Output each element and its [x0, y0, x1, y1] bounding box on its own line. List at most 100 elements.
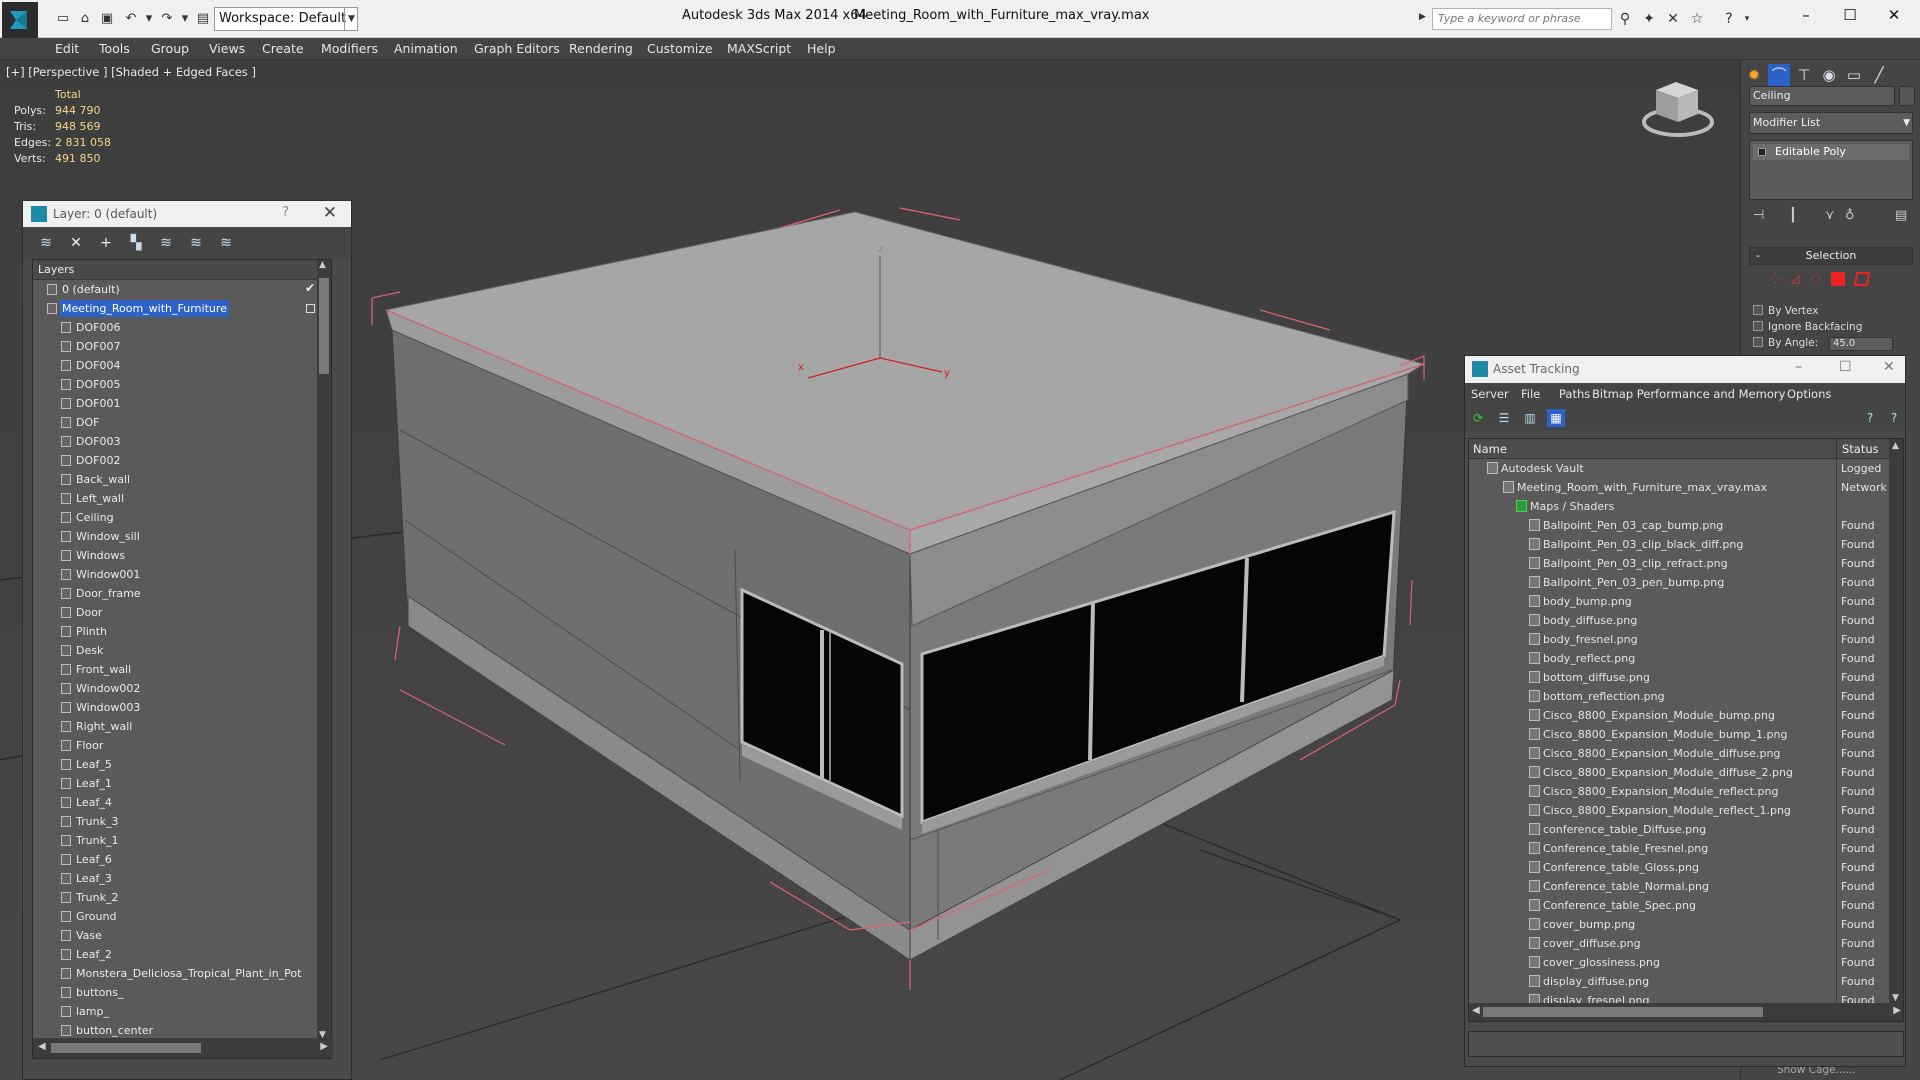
undo-icon[interactable]: ↶ [122, 10, 140, 28]
scroll-up-icon[interactable]: ▲ [319, 260, 326, 270]
asset-row[interactable]: Conference_table_Fresnel.png Found [1469, 839, 1891, 858]
layer-item[interactable]: Vase [33, 926, 323, 945]
checkbox-icon[interactable] [1753, 337, 1763, 347]
asset-row[interactable]: Ballpoint_Pen_03_clip_black_diff.png Foun… [1469, 535, 1891, 554]
layer-item[interactable]: Leaf_6 [33, 850, 323, 869]
layer-window-titlebar[interactable]: Layer: 0 (default) ? ✕ [23, 201, 351, 227]
menu-customize[interactable]: Customize [647, 41, 713, 56]
layer-item[interactable]: Back_wall [33, 470, 323, 489]
asset-menu-server[interactable]: Server [1471, 387, 1509, 401]
ignore-backfacing-checkbox[interactable]: Ignore Backfacing [1753, 321, 1862, 333]
asset-row[interactable]: body_reflect.png Found [1469, 649, 1891, 668]
asset-row[interactable]: bottom_reflection.png Found [1469, 687, 1891, 706]
help-dropdown-icon[interactable]: ▾ [1738, 11, 1756, 27]
asset-menu-file[interactable]: File [1521, 387, 1540, 401]
hide-all-layers-icon[interactable]: ≋ [187, 234, 205, 252]
layer-vertical-scrollbar[interactable]: ▲ ▼ [317, 260, 331, 1040]
asset-vertical-scrollbar[interactable]: ▲ ▼ [1889, 439, 1903, 1005]
element-mode-icon[interactable] [1853, 272, 1871, 286]
asset-row[interactable]: body_fresnel.png Found [1469, 630, 1891, 649]
help-icon[interactable]: ? [1720, 11, 1738, 27]
layer-item[interactable]: Trunk_1 [33, 831, 323, 850]
asset-horizontal-scrollbar[interactable]: ◀ ▶ [1469, 1003, 1903, 1021]
maximize-button[interactable]: ☐ [1828, 4, 1872, 26]
layer-item[interactable]: Monstera_Deliciosa_Tropical_Plant_in_Pot [33, 964, 323, 983]
asset-row[interactable]: Meeting_Room_with_Furniture_max_vray.max… [1469, 478, 1891, 497]
menu-maxscript[interactable]: MAXScript [727, 41, 791, 56]
minimize-button[interactable]: – [1784, 4, 1828, 26]
asset-row[interactable]: conference_table_Diffuse.png Found [1469, 820, 1891, 839]
layer-item[interactable]: Door_frame [33, 584, 323, 603]
layer-item[interactable]: Meeting_Room_with_Furniture [33, 299, 323, 318]
layer-item[interactable]: DOF005 [33, 375, 323, 394]
asset-menu-options[interactable]: Options [1787, 387, 1831, 401]
menu-animation[interactable]: Animation [394, 41, 458, 56]
layer-item[interactable]: Door [33, 603, 323, 622]
stack-item-editable-poly[interactable]: Editable Poly [1753, 144, 1909, 160]
asset-row[interactable]: body_bump.png Found [1469, 592, 1891, 611]
pin-stack-icon[interactable]: ⊣ [1753, 208, 1764, 223]
asset-row[interactable]: Ballpoint_Pen_03_cap_bump.png Found [1469, 516, 1891, 535]
object-name-field[interactable]: Ceiling [1749, 86, 1895, 106]
modifier-list-dropdown[interactable]: Modifier List ▼ [1749, 112, 1913, 134]
scroll-left-icon[interactable]: ◀ [1472, 1005, 1480, 1016]
layer-item[interactable]: Left_wall [33, 489, 323, 508]
scroll-thumb[interactable] [1483, 1007, 1763, 1017]
menu-rendering[interactable]: Rendering [569, 41, 633, 56]
project-folder-icon[interactable]: ▤ [194, 10, 212, 28]
search-expand-icon[interactable]: ▶ [1419, 12, 1426, 22]
hierarchy-tab-icon[interactable]: ⊤ [1793, 64, 1815, 86]
menu-graph-editors[interactable]: Graph Editors [474, 41, 560, 56]
utilities-tab-icon[interactable]: ╱ [1868, 64, 1890, 86]
redo-dropdown-icon[interactable]: ▾ [176, 10, 194, 28]
menu-views[interactable]: Views [209, 41, 245, 56]
layer-item[interactable]: Plinth [33, 622, 323, 641]
asset-row[interactable]: cover_bump.png Found [1469, 915, 1891, 934]
menu-help[interactable]: Help [807, 41, 836, 56]
layer-item[interactable]: lamp_ [33, 1002, 323, 1021]
asset-row[interactable]: Cisco_8800_Expansion_Module_diffuse_2.pn… [1469, 763, 1891, 782]
polygon-mode-icon[interactable] [1831, 272, 1845, 286]
checkbox-icon[interactable] [1753, 305, 1763, 315]
layer-item[interactable]: Trunk_2 [33, 888, 323, 907]
layer-horizontal-scrollbar[interactable]: ◀ ▶ [33, 1038, 333, 1058]
asset-row[interactable]: Conference_table_Gloss.png Found [1469, 858, 1891, 877]
configure-sets-icon[interactable]: ▤ [1895, 208, 1907, 223]
by-angle-checkbox[interactable]: By Angle: [1753, 337, 1818, 349]
select-in-layer-icon[interactable]: ▚ [127, 234, 145, 252]
asset-row[interactable]: Conference_table_Spec.png Found [1469, 896, 1891, 915]
selection-rollout-header[interactable]: - Selection [1749, 247, 1913, 265]
redo-icon[interactable]: ↷ [158, 10, 176, 28]
workspace-selector[interactable]: Workspace: Default [214, 7, 358, 31]
layer-item[interactable]: DOF006 [33, 318, 323, 337]
layer-properties-icon[interactable]: ≋ [37, 234, 55, 252]
communication-center-icon[interactable]: ✦ [1640, 11, 1658, 27]
layer-item[interactable]: Leaf_2 [33, 945, 323, 964]
asset-row[interactable]: Autodesk Vault Logged [1469, 459, 1891, 478]
set-current-checkbox[interactable] [306, 304, 315, 313]
help-context-icon[interactable]: ? [1885, 409, 1903, 427]
close-icon[interactable]: ✕ [323, 203, 337, 223]
open-file-icon[interactable]: ⌂ [76, 10, 94, 28]
display-tab-icon[interactable]: ▭ [1843, 64, 1865, 86]
asset-row[interactable]: Conference_table_Normal.png Found [1469, 877, 1891, 896]
exchange-icon[interactable]: ✕ [1664, 11, 1682, 27]
menu-tools[interactable]: Tools [99, 41, 130, 56]
layer-item[interactable]: DOF003 [33, 432, 323, 451]
layer-item[interactable]: Leaf_3 [33, 869, 323, 888]
layer-item[interactable]: DOF [33, 413, 323, 432]
create-tab-icon[interactable]: ✹ [1743, 64, 1765, 86]
layer-item[interactable]: Leaf_4 [33, 793, 323, 812]
layer-item[interactable]: DOF001 [33, 394, 323, 413]
favorites-star-icon[interactable]: ☆ [1688, 11, 1706, 27]
scroll-right-icon[interactable]: ▶ [320, 1041, 328, 1052]
asset-row[interactable]: bottom_diffuse.png Found [1469, 668, 1891, 687]
column-name[interactable]: Name [1473, 442, 1507, 456]
layer-item[interactable]: Leaf_5 [33, 755, 323, 774]
scroll-left-icon[interactable]: ◀ [38, 1041, 46, 1052]
save-file-icon[interactable]: ▣ [98, 10, 116, 28]
asset-row[interactable]: Cisco_8800_Expansion_Module_reflect.png F… [1469, 782, 1891, 801]
border-mode-icon[interactable]: ◌ [1811, 272, 1825, 286]
undo-dropdown-icon[interactable]: ▾ [140, 10, 158, 28]
scroll-right-icon[interactable]: ▶ [1893, 1005, 1901, 1016]
